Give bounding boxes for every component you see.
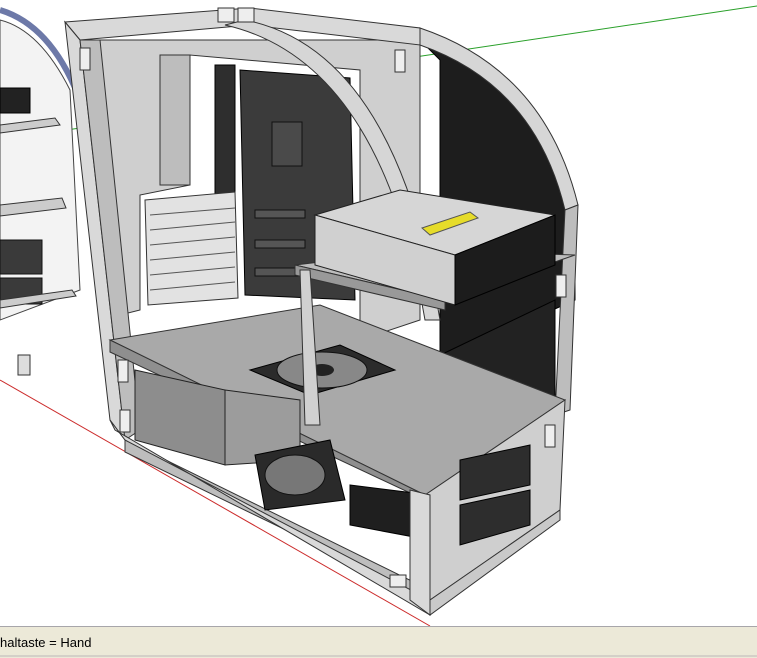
secondary-case-model xyxy=(0,7,81,376)
status-hint-text: haltaste = Hand xyxy=(0,635,92,650)
status-bar-divider xyxy=(0,655,757,657)
case-model xyxy=(63,7,579,616)
3d-viewport[interactable] xyxy=(0,0,757,626)
status-bar: haltaste = Hand xyxy=(0,626,757,658)
model-canvas[interactable] xyxy=(0,0,757,626)
